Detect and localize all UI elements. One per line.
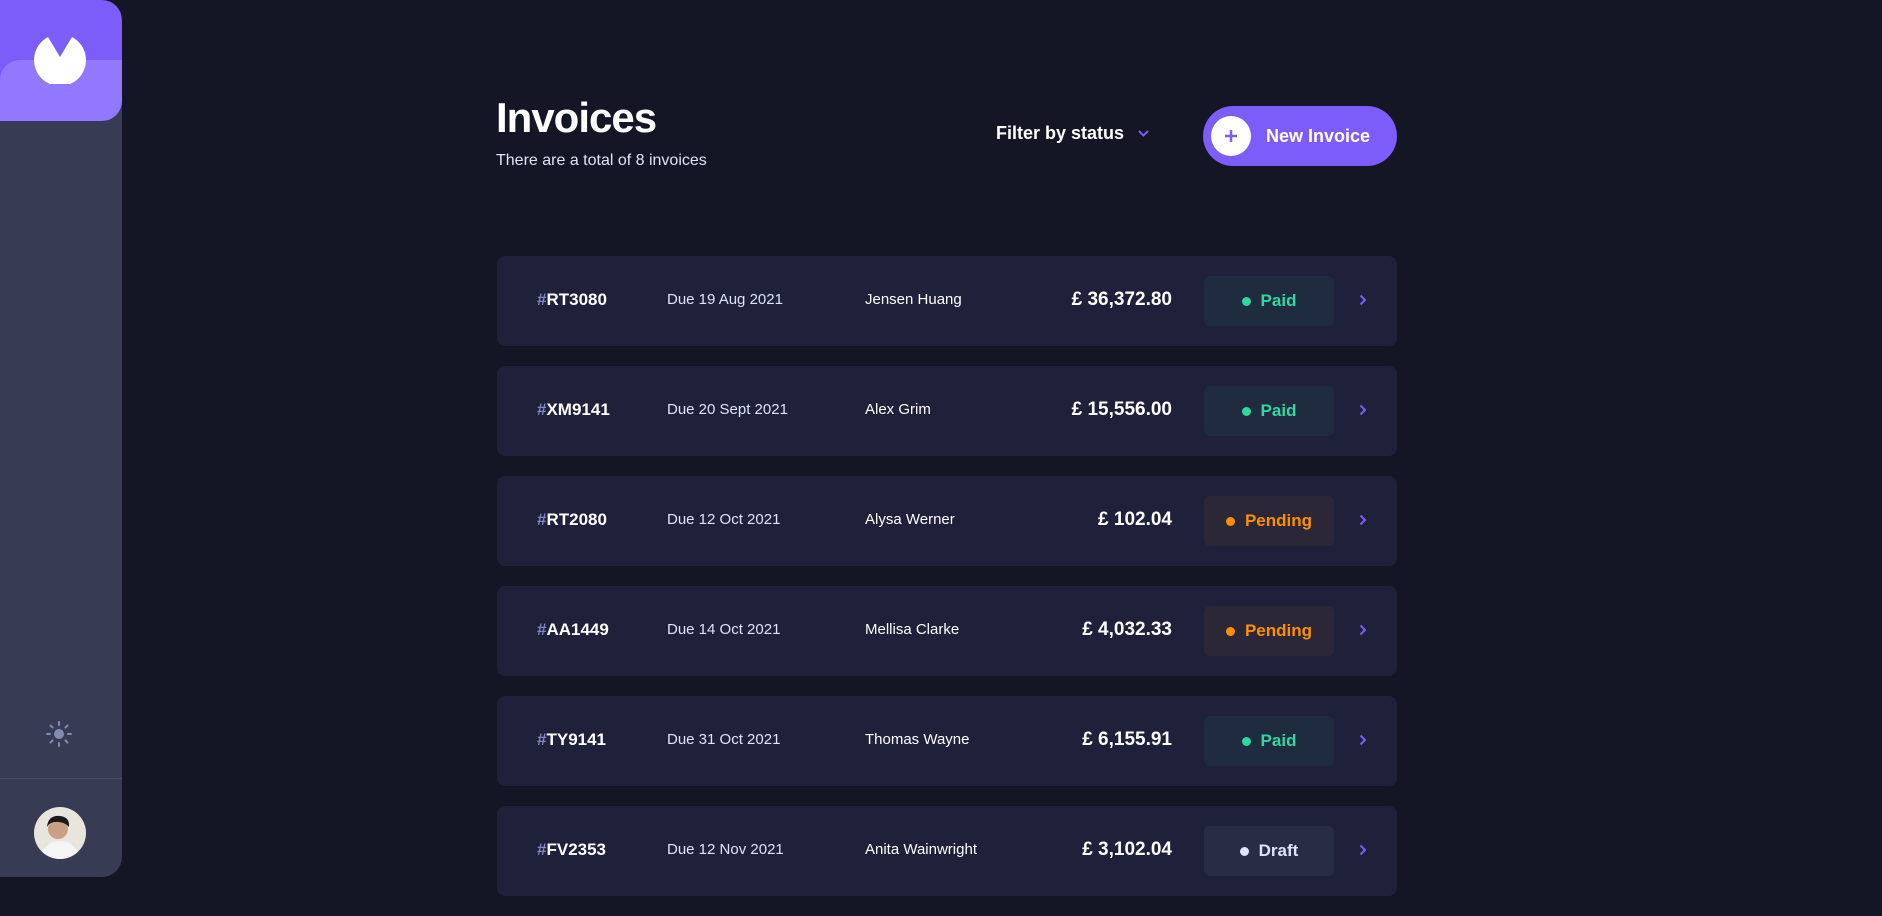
invoice-id-code: TY9141	[546, 730, 607, 749]
chevron-right-icon[interactable]	[1359, 844, 1367, 856]
status-dot	[1225, 516, 1235, 526]
invoice-due-date: Due 19 Aug 2021	[667, 291, 783, 308]
invoice-amount: £ 3,102.04	[1082, 839, 1172, 860]
invoice-id: #RT2080	[537, 510, 607, 530]
invoice-id: #FV2353	[537, 840, 606, 860]
status-badge: Paid	[1204, 386, 1334, 436]
invoice-row[interactable]: #TY9141 Due 31 Oct 2021 Thomas Wayne £ 6…	[497, 696, 1397, 786]
invoice-due-date: Due 20 Sept 2021	[667, 401, 788, 418]
chevron-right-icon[interactable]	[1359, 624, 1367, 636]
plus-icon	[1225, 130, 1237, 142]
status-dot	[1241, 296, 1251, 306]
chevron-right-icon[interactable]	[1359, 294, 1367, 306]
invoice-client-name: Jensen Huang	[865, 291, 962, 308]
filter-by-status-dropdown[interactable]: Filter by status	[996, 123, 1149, 144]
status-label: Paid	[1260, 401, 1297, 420]
invoice-row[interactable]: #AA1449 Due 14 Oct 2021 Mellisa Clarke £…	[497, 586, 1397, 676]
sidebar-divider	[0, 778, 122, 779]
avatar-image	[34, 807, 86, 859]
chevron-right-icon[interactable]	[1359, 734, 1367, 746]
invoice-id: #AA1449	[537, 620, 609, 640]
sun-icon	[46, 721, 72, 747]
invoice-client-name: Mellisa Clarke	[865, 621, 960, 638]
status-dot	[1239, 846, 1249, 856]
chevron-right-icon[interactable]	[1359, 514, 1367, 526]
avatar[interactable]	[34, 807, 86, 859]
theme-toggle-button[interactable]	[45, 720, 73, 748]
status-badge: Paid	[1204, 716, 1334, 766]
invoice-id-code: RT2080	[546, 510, 607, 529]
invoice-client-name: Thomas Wayne	[865, 731, 970, 748]
invoice-id: #TY9141	[537, 730, 606, 750]
invoice-amount: £ 36,372.80	[1071, 289, 1172, 310]
status-badge: Pending	[1204, 606, 1334, 656]
invoice-amount: £ 15,556.00	[1071, 399, 1172, 420]
invoice-id: #RT3080	[537, 290, 607, 310]
invoice-id-code: AA1449	[546, 620, 609, 639]
status-dot	[1241, 736, 1251, 746]
invoice-id-code: XM9141	[546, 400, 610, 419]
status-label: Draft	[1258, 841, 1299, 860]
status-label: Pending	[1244, 511, 1313, 530]
invoice-row[interactable]: #XM9141 Due 20 Sept 2021 Alex Grim £ 15,…	[497, 366, 1397, 456]
invoice-amount: £ 102.04	[1098, 509, 1172, 530]
invoice-client-name: Alysa Werner	[865, 511, 955, 528]
invoice-client-name: Alex Grim	[865, 401, 931, 418]
invoice-due-date: Due 12 Oct 2021	[667, 511, 781, 528]
invoice-amount: £ 6,155.91	[1082, 729, 1172, 750]
plus-icon-circle	[1211, 116, 1251, 156]
status-dot	[1241, 406, 1251, 416]
chevron-down-icon	[1138, 130, 1149, 137]
new-invoice-button[interactable]: New Invoice	[1203, 106, 1397, 166]
invoice-row[interactable]: #FV2353 Due 12 Nov 2021 Anita Wainwright…	[497, 806, 1397, 896]
invoice-row[interactable]: #RT2080 Due 12 Oct 2021 Alysa Werner £ 1…	[497, 476, 1397, 566]
invoice-id-code: FV2353	[546, 840, 607, 859]
status-badge: Paid	[1204, 276, 1334, 326]
invoice-due-date: Due 12 Nov 2021	[667, 841, 784, 858]
status-badge: Draft	[1204, 826, 1334, 876]
invoice-due-date: Due 31 Oct 2021	[667, 731, 781, 748]
invoice-id: #XM9141	[537, 400, 610, 420]
status-label: Paid	[1260, 291, 1297, 310]
logo[interactable]	[0, 0, 122, 121]
filter-label: Filter by status	[996, 123, 1125, 143]
status-dot	[1225, 626, 1235, 636]
status-badge: Pending	[1204, 496, 1334, 546]
page-title: Invoices	[496, 94, 657, 141]
invoice-id-code: RT3080	[546, 290, 607, 309]
invoice-row[interactable]: #RT3080 Due 19 Aug 2021 Jensen Huang £ 3…	[497, 256, 1397, 346]
logo-icon	[34, 37, 86, 84]
invoice-count-text: There are a total of 8 invoices	[496, 152, 707, 169]
new-invoice-label: New Invoice	[1266, 125, 1371, 146]
chevron-right-icon[interactable]	[1359, 404, 1367, 416]
status-label: Paid	[1260, 731, 1297, 750]
invoice-due-date: Due 14 Oct 2021	[667, 621, 781, 638]
invoice-amount: £ 4,032.33	[1082, 619, 1172, 640]
sidebar	[0, 0, 122, 877]
status-label: Pending	[1244, 621, 1313, 640]
invoice-list: #RT3080 Due 19 Aug 2021 Jensen Huang £ 3…	[497, 256, 1397, 916]
invoice-client-name: Anita Wainwright	[865, 841, 977, 858]
